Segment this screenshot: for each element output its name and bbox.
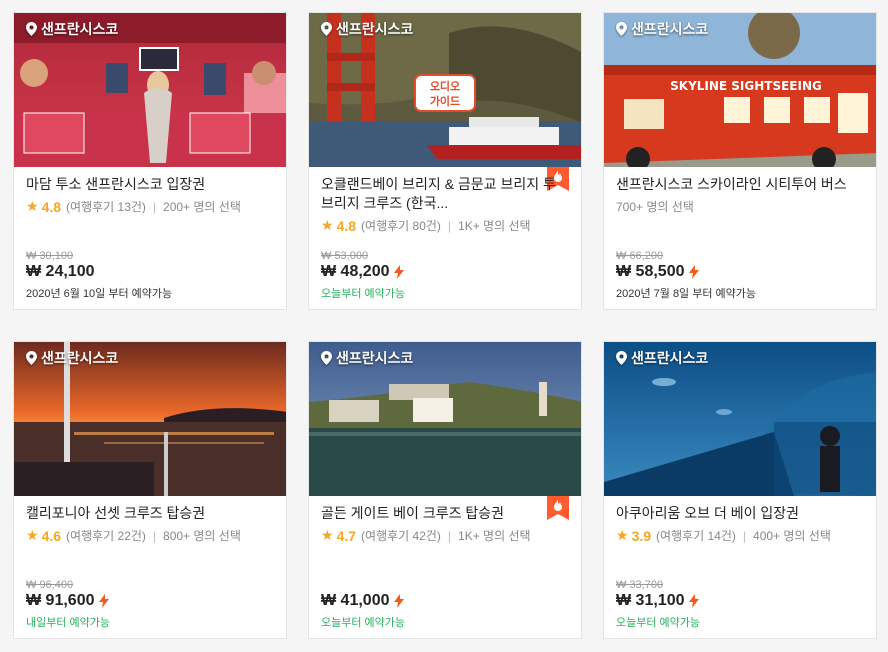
product-title[interactable]: 아쿠아리움 오브 더 베이 입장권 <box>616 504 866 523</box>
location-text: 샌프란시스코 <box>41 21 119 37</box>
location-text: 샌프란시스코 <box>631 21 709 37</box>
original-price: ₩ 53,000 <box>321 250 369 262</box>
lightning-icon <box>689 594 700 608</box>
rating-row: ★ 4.8 (여행후기 13건) | 200+ 명의 선택 <box>26 198 276 215</box>
star-icon: ★ <box>321 527 334 543</box>
location-label: 샌프란시스코 <box>616 19 708 39</box>
lightning-icon <box>689 265 700 279</box>
review-count: (여행후기 13건) <box>66 200 146 214</box>
booked-count: 1K+ 명의 선택 <box>458 529 531 543</box>
sale-price: ₩ 91,600 <box>26 592 95 609</box>
sale-price: ₩ 24,100 <box>26 263 95 280</box>
rating-value: 3.9 <box>631 527 652 544</box>
product-title[interactable]: 오클랜드베이 브리지 & 금문교 브리지 투 브리지 크루즈 (한국... <box>321 175 571 213</box>
product-card[interactable]: SKYLINE SIGHTSEEING 샌프란시스코 샌프란시스코 스카이라인 … <box>603 12 877 310</box>
rating-value: 4.8 <box>41 198 62 215</box>
rating-row: ★ | 700+ 명의 선택 <box>616 198 866 215</box>
product-title[interactable]: 캘리포니아 선셋 크루즈 탑승권 <box>26 504 276 523</box>
price-row: ₩ 24,100 <box>26 263 276 281</box>
rating-row: ★ 3.9 (여행후기 14건) | 400+ 명의 선택 <box>616 527 866 544</box>
lightning-icon <box>99 594 110 608</box>
location-label: 샌프란시스코 <box>26 348 118 368</box>
separator: | <box>447 218 452 233</box>
price-row: ₩ 58,500 <box>616 263 866 281</box>
original-price: ₩ 30,100 <box>26 250 74 262</box>
separator: | <box>742 528 747 543</box>
location-pin-icon <box>616 22 627 36</box>
location-text: 샌프란시스코 <box>336 21 414 37</box>
availability-text: 2020년 6월 10일 부터 예약가능 <box>26 288 173 300</box>
location-pin-icon <box>26 351 37 365</box>
availability-text: 오늘부터 예약가능 <box>321 288 406 300</box>
sale-price: ₩ 31,100 <box>616 592 685 609</box>
original-price: ₩ 66,200 <box>616 250 664 262</box>
overlay-text-2: 가이드 <box>430 94 460 108</box>
review-count: (여행후기 42건) <box>361 529 441 543</box>
availability-text: 오늘부터 예약가능 <box>321 617 406 629</box>
availability-text: 내일부터 예약가능 <box>26 617 111 629</box>
booked-count: 200+ 명의 선택 <box>163 200 241 214</box>
rating-value: 4.8 <box>336 217 357 234</box>
location-label: 샌프란시스코 <box>321 348 413 368</box>
location-label: 샌프란시스코 <box>321 19 413 39</box>
original-price: ₩ 96,400 <box>26 579 74 591</box>
star-icon: ★ <box>616 527 629 543</box>
location-label: 샌프란시스코 <box>616 348 708 368</box>
overlay-text-1: SKYLINE SIGHTSEEING <box>670 79 822 93</box>
review-count: (여행후기 22건) <box>66 529 146 543</box>
product-title[interactable]: 마담 투소 샌프란시스코 입장권 <box>26 175 276 194</box>
sale-price: ₩ 58,500 <box>616 263 685 280</box>
product-card[interactable]: 오디오 가이드 샌프란시스코 오클랜드베이 브리지 & 금문교 브리지 투 브리… <box>308 12 582 310</box>
review-count: (여행후기 80건) <box>361 219 441 233</box>
location-pin-icon <box>321 22 332 36</box>
product-card[interactable]: 샌프란시스코 캘리포니아 선셋 크루즈 탑승권 ★ 4.6 (여행후기 22건)… <box>13 341 287 639</box>
price-row: ₩ 48,200 <box>321 263 571 281</box>
product-title[interactable]: 골든 게이트 베이 크루즈 탑승권 <box>321 504 571 523</box>
product-card[interactable]: 샌프란시스코 아쿠아리움 오브 더 베이 입장권 ★ 3.9 (여행후기 14건… <box>603 341 877 639</box>
rating-value: 4.7 <box>336 527 357 544</box>
rating-row: ★ 4.6 (여행후기 22건) | 800+ 명의 선택 <box>26 527 276 544</box>
sale-price: ₩ 41,000 <box>321 592 390 609</box>
separator: | <box>152 199 157 214</box>
rating-row: ★ 4.7 (여행후기 42건) | 1K+ 명의 선택 <box>321 527 571 544</box>
overlay-text-1: 오디오 <box>430 79 460 93</box>
review-count: (여행후기 14건) <box>656 529 736 543</box>
booked-count: 800+ 명의 선택 <box>163 529 241 543</box>
availability-text: 오늘부터 예약가능 <box>616 617 701 629</box>
booked-count: 700+ 명의 선택 <box>616 200 694 214</box>
location-pin-icon <box>26 22 37 36</box>
availability-text: 2020년 7월 8일 부터 예약가능 <box>616 288 757 300</box>
star-icon: ★ <box>26 527 39 543</box>
location-text: 샌프란시스코 <box>41 350 119 366</box>
original-price: ₩ 33,700 <box>616 579 664 591</box>
rating-row: ★ 4.8 (여행후기 80건) | 1K+ 명의 선택 <box>321 217 571 234</box>
separator: | <box>152 528 157 543</box>
product-card[interactable]: 샌프란시스코 마담 투소 샌프란시스코 입장권 ★ 4.8 (여행후기 13건)… <box>13 12 287 310</box>
location-text: 샌프란시스코 <box>336 350 414 366</box>
product-title[interactable]: 샌프란시스코 스카이라인 시티투어 버스 <box>616 175 866 194</box>
location-text: 샌프란시스코 <box>631 350 709 366</box>
separator: | <box>447 528 452 543</box>
rating-value: 4.6 <box>41 527 62 544</box>
star-icon: ★ <box>26 198 39 214</box>
price-row: ₩ 41,000 <box>321 592 571 610</box>
product-card[interactable]: 샌프란시스코 골든 게이트 베이 크루즈 탑승권 ★ 4.7 (여행후기 42건… <box>308 341 582 639</box>
price-row: ₩ 91,600 <box>26 592 276 610</box>
booked-count: 400+ 명의 선택 <box>753 529 831 543</box>
lightning-icon <box>394 594 405 608</box>
location-label: 샌프란시스코 <box>26 19 118 39</box>
star-icon: ★ <box>321 217 334 233</box>
sale-price: ₩ 48,200 <box>321 263 390 280</box>
location-pin-icon <box>616 351 627 365</box>
lightning-icon <box>394 265 405 279</box>
booked-count: 1K+ 명의 선택 <box>458 219 531 233</box>
location-pin-icon <box>321 351 332 365</box>
price-row: ₩ 31,100 <box>616 592 866 610</box>
